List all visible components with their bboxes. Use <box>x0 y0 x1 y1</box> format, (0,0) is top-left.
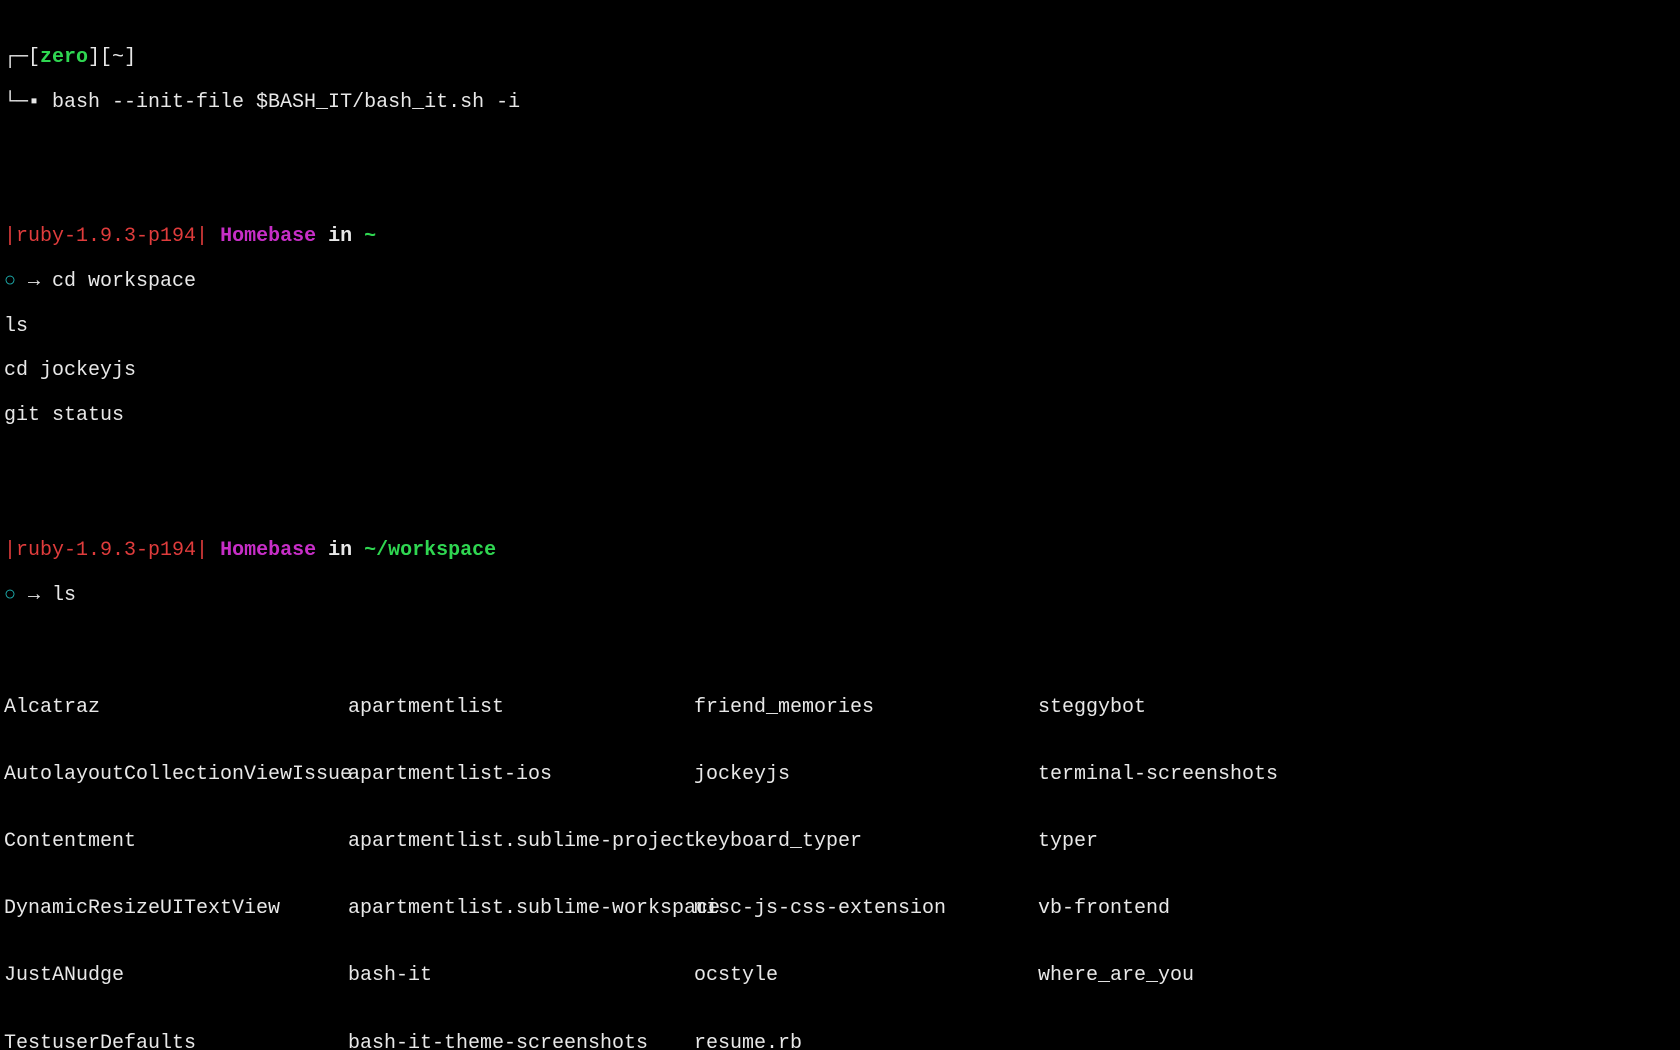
terminal-output[interactable]: ┌─[zero][~] └─▪ bash --init-file $BASH_I… <box>0 0 1680 1050</box>
command-text: bash --init-file $BASH_IT/bash_it.sh -i <box>52 91 520 114</box>
list-item: resume.rb <box>694 1033 1038 1050</box>
prompt-cmd-line: ○ → ls <box>4 585 1676 607</box>
zsh-prompt-top: ┌─[zero][~] <box>4 47 1676 69</box>
list-item: jockeyjs <box>694 764 1038 786</box>
list-item: where_are_you <box>1038 965 1676 987</box>
list-item: bash-it <box>348 965 694 987</box>
history-line: git status <box>4 405 1676 427</box>
circle-icon: ○ <box>4 584 16 607</box>
ls-column: Alcatraz AutolayoutCollectionViewIssue C… <box>4 652 348 1050</box>
path: ~ <box>364 225 376 248</box>
ls-column: apartmentlist apartmentlist-ios apartmen… <box>348 652 694 1050</box>
prompt-line: |ruby-1.9.3-p194| Homebase in ~ <box>4 226 1676 248</box>
cwd-tilde: ~ <box>112 46 124 69</box>
prompt-cmd-line: ○ → cd workspace <box>4 271 1676 293</box>
ruby-version: |ruby-1.9.3-p194| <box>4 539 208 562</box>
hostname: zero <box>40 46 88 69</box>
list-item: AutolayoutCollectionViewIssue <box>4 764 348 786</box>
list-item: keyboard_typer <box>694 831 1038 853</box>
ruby-version: |ruby-1.9.3-p194| <box>4 225 208 248</box>
list-item: ocstyle <box>694 965 1038 987</box>
prompt-line: |ruby-1.9.3-p194| Homebase in ~/workspac… <box>4 540 1676 562</box>
list-item: Alcatraz <box>4 697 348 719</box>
host-label: Homebase <box>220 539 316 562</box>
ls-output: Alcatraz AutolayoutCollectionViewIssue C… <box>4 652 1676 1050</box>
list-item: terminal-screenshots <box>1038 764 1676 786</box>
list-item: DynamicResizeUITextView <box>4 898 348 920</box>
list-item: apartmentlist.sublime-project <box>348 831 694 853</box>
ls-column: steggybot terminal-screenshots typer vb-… <box>1038 652 1676 1050</box>
list-item: steggybot <box>1038 697 1676 719</box>
list-item: misc-js-css-extension <box>694 898 1038 920</box>
list-item: JustANudge <box>4 965 348 987</box>
command-text: cd workspace <box>52 270 196 293</box>
host-label: Homebase <box>220 225 316 248</box>
list-item: apartmentlist.sublime-workspace <box>348 898 694 920</box>
path: ~/workspace <box>364 539 496 562</box>
circle-icon: ○ <box>4 270 16 293</box>
list-item: apartmentlist <box>348 697 694 719</box>
history-line: ls <box>4 316 1676 338</box>
history-line: cd jockeyjs <box>4 360 1676 382</box>
command-text: ls <box>52 584 76 607</box>
list-item: typer <box>1038 831 1676 853</box>
list-item: TestuserDefaults <box>4 1033 348 1050</box>
ls-column: friend_memories jockeyjs keyboard_typer … <box>694 652 1038 1050</box>
zsh-prompt-bottom: └─▪ bash --init-file $BASH_IT/bash_it.sh… <box>4 92 1676 114</box>
list-item: Contentment <box>4 831 348 853</box>
list-item: friend_memories <box>694 697 1038 719</box>
list-item: bash-it-theme-screenshots <box>348 1033 694 1050</box>
list-item: vb-frontend <box>1038 898 1676 920</box>
list-item: apartmentlist-ios <box>348 764 694 786</box>
